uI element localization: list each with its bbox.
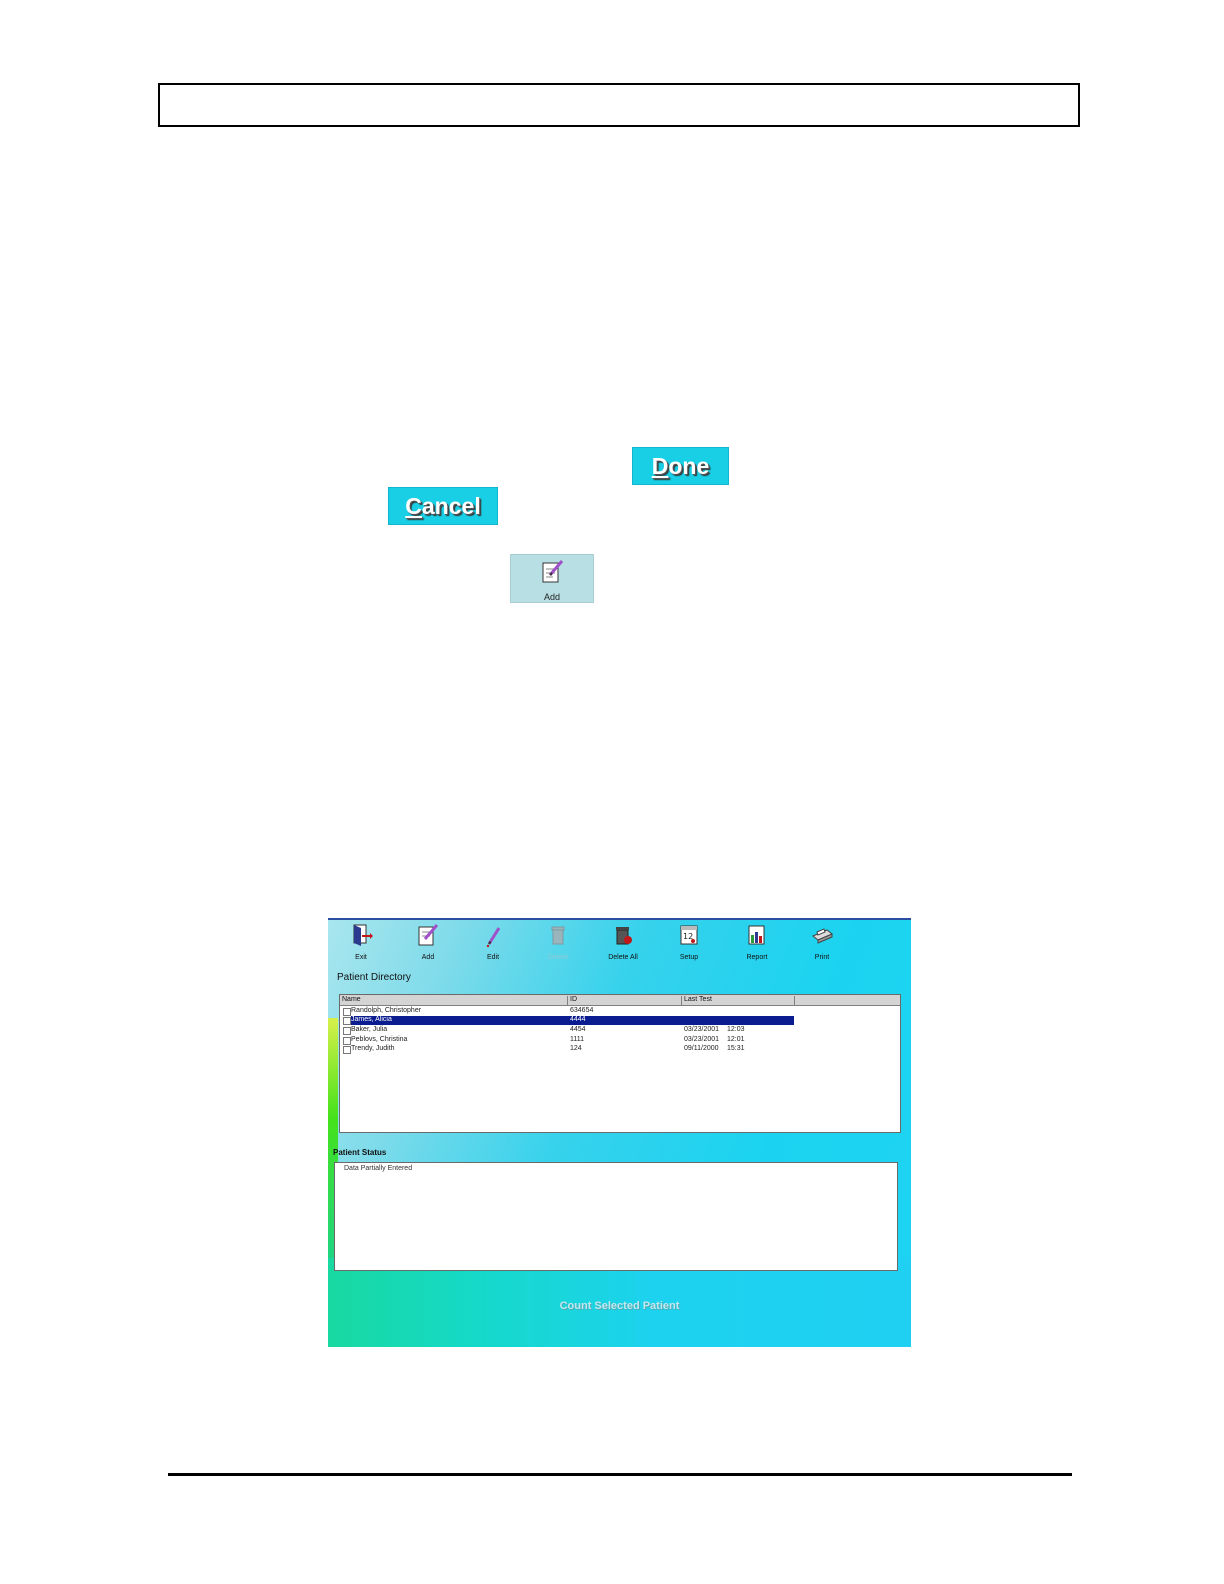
add-button-label: Add [543,592,560,602]
toolbar-print-label: Print [814,954,830,961]
count-selected-patient-button[interactable]: Count Selected Patient [328,1300,911,1312]
toolbar-exit-button[interactable]: Exit [336,922,386,962]
column-header-name[interactable]: Name [340,996,568,1005]
done-mnemonic: D [651,452,669,479]
done-label-rest: one [668,452,710,479]
printer-icon [812,928,833,944]
toolbar-exit-label: Exit [355,954,367,961]
calendar-setup-icon: 12 [680,925,698,945]
last-test-date: 03/23/2001 [684,1026,720,1033]
toolbar-delete-all-button[interactable]: Delete All [598,922,648,962]
toolbar-setup-button[interactable]: 12 Setup [664,922,714,962]
patient-status-text: Data Partially Entered [344,1165,413,1172]
exit-door-icon [353,924,373,946]
edit-pencil-icon [486,927,501,948]
patient-name: Baker, Julia [351,1026,388,1033]
patient-status-box: Data Partially Entered [334,1162,898,1271]
table-row[interactable]: Baker, Julia 4454 03/23/2001 12:03 [341,1026,901,1035]
patient-name: Peblovs, Christina [351,1036,408,1043]
delete-all-icon [616,927,632,945]
table-row[interactable]: Trendy, Judith 124 09/11/2000 15:31 [341,1045,901,1054]
toolbar-delete-button[interactable]: Delete [533,922,583,962]
row-checkbox[interactable] [343,1027,351,1035]
patient-status-title: Patient Status [333,1148,387,1157]
cancel-mnemonic: C [405,492,422,519]
toolbar-add-label: Add [421,954,435,961]
patient-directory-title: Patient Directory [337,972,411,983]
add-notepad-icon [418,924,439,946]
toolbar-report-button[interactable]: Report [732,922,782,962]
add-button-sample[interactable]: Add [510,554,594,603]
patient-id: 634654 [570,1007,594,1014]
toolbar-print-button[interactable]: Print [797,922,847,962]
last-test-time: 12:01 [727,1036,745,1043]
trash-can-icon [551,926,565,945]
patient-name: James, Alicia [351,1016,392,1023]
add-notepad-icon [542,560,564,583]
patient-name: Randolph, Christopher [351,1007,422,1014]
bar-chart-report-icon [748,925,765,945]
table-row-selected[interactable]: James, Alicia 4444 [341,1016,901,1025]
row-checkbox[interactable] [343,1046,351,1054]
patient-name: Trendy, Judith [351,1045,395,1052]
table-row[interactable]: Randolph, Christopher 634654 [341,1007,901,1016]
patient-id: 1111 [570,1036,585,1043]
row-checkbox[interactable] [343,1037,351,1045]
last-test-date: 03/23/2001 [684,1036,720,1043]
patient-directory-window: Exit Add Edit Delete Delete All 12 Setup… [328,918,911,1347]
patient-id: 4444 [570,1016,586,1023]
toolbar-setup-label: Setup [679,954,699,961]
last-test-time: 15:31 [727,1045,745,1052]
toolbar-edit-button[interactable]: Edit [468,922,518,962]
row-checkbox[interactable] [343,1008,351,1016]
table-row[interactable]: Peblovs, Christina 1111 03/23/2001 12:01 [341,1036,901,1045]
toolbar-delete-all-label: Delete All [608,954,638,961]
column-header-id[interactable]: ID [568,996,682,1005]
toolbar-report-label: Report [746,954,768,961]
patient-id: 4454 [570,1026,586,1033]
window-top-border [328,918,911,920]
patient-id: 124 [570,1045,582,1052]
cancel-button[interactable]: Cancel [388,487,498,525]
row-checkbox[interactable] [343,1017,351,1025]
header-box [158,83,1080,127]
footer-rule [168,1473,1072,1476]
toolbar-delete-label: Delete [547,954,569,961]
column-header-last-test[interactable]: Last Test [682,996,795,1005]
done-button[interactable]: Done [632,447,729,485]
cancel-label-rest: ancel [421,492,481,519]
patient-list[interactable]: Name ID Last Test Randolph, Christopher … [339,994,901,1133]
patient-list-header: Name ID Last Test [340,995,900,1006]
last-test-date: 09/11/2000 [684,1045,719,1052]
toolbar-edit-label: Edit [486,954,500,961]
last-test-time: 12:03 [727,1026,745,1033]
toolbar-add-button[interactable]: Add [403,922,453,962]
